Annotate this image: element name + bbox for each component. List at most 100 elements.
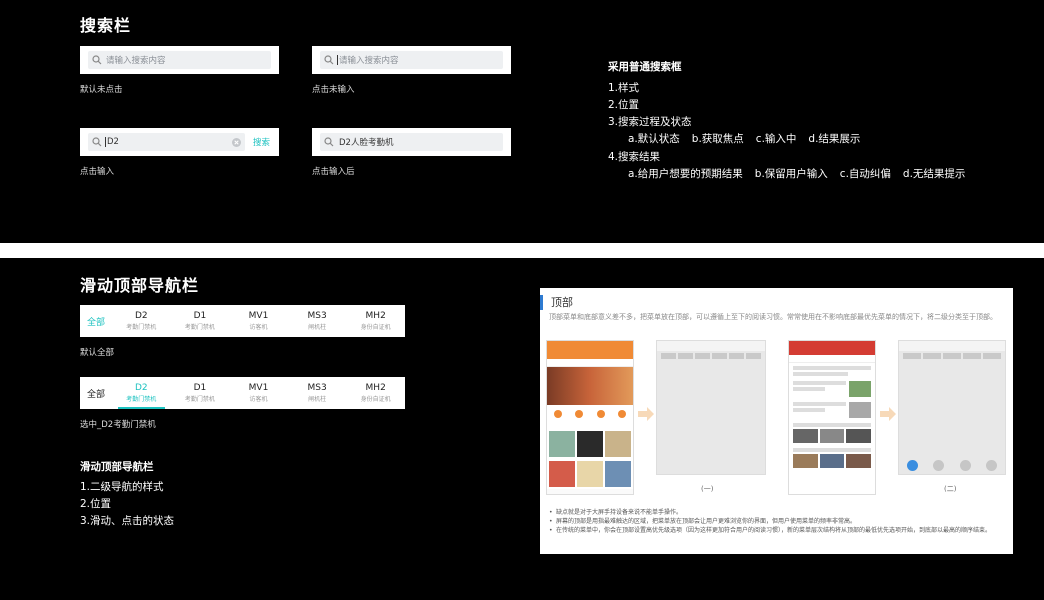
tab-d2[interactable]: D2 考勤门禁机 — [112, 377, 171, 409]
label-two: (二) — [944, 485, 957, 493]
caption-typing: 点击输入 — [80, 167, 115, 177]
thumb-image — [605, 461, 631, 487]
tab-label: MH2 — [365, 311, 386, 321]
search-box-typing[interactable]: D2 搜索 — [80, 128, 279, 156]
app-tab-row — [547, 359, 633, 367]
bullet-item: 在传统的菜单中，你会在顶部设置高优先级选项（因为这样更加符合用户的阅读习惯），新… — [548, 526, 1003, 535]
app-banner-image — [547, 367, 633, 405]
tab-label: D1 — [193, 311, 207, 321]
notes-item-style: 1.样式 — [608, 82, 640, 94]
tab-mv1[interactable]: MV1 访客机 — [229, 377, 288, 409]
arrow-right-icon — [638, 407, 654, 421]
wireframe-top-nav — [656, 340, 766, 475]
tab-mv1[interactable]: MV1 访客机 — [229, 305, 288, 337]
tab-label: 全部 — [86, 317, 105, 328]
tab-d1[interactable]: D1 考勤门禁机 — [171, 305, 230, 337]
tab-sublabel: 考勤门禁机 — [184, 396, 215, 403]
tab-d2[interactable]: D2 考勤门禁机 — [112, 305, 171, 337]
sub-item: d.结果展示 — [808, 133, 861, 145]
wireframe-bottom-dots — [899, 460, 1005, 471]
tab-all[interactable]: 全部 — [80, 377, 112, 409]
tab-label: MS3 — [307, 383, 327, 393]
notes-item-position: 2.位置 — [608, 99, 640, 111]
notes-result-sub: a.给用户想要的预期结果 b.保留用户输入 c.自动纠偏 d.无结果提示 — [628, 166, 965, 182]
bullet-item: 缺点就是对于大屏手持设备来说不能单手操作。 — [548, 508, 1003, 517]
nav-notes: 滑动顶部导航栏 1.二级导航的样式 2.位置 3.滑动、点击的状态 — [80, 459, 174, 530]
active-underline — [118, 407, 165, 409]
news-list — [789, 363, 875, 471]
sub-item: b.获取焦点 — [691, 133, 744, 145]
search-icon — [324, 55, 334, 65]
nav-section-title: 滑动顶部导航栏 — [80, 276, 200, 295]
search-section-title: 搜索栏 — [80, 16, 132, 35]
app-thumb-grid — [547, 429, 633, 459]
caption-default: 默认未点击 — [80, 85, 123, 95]
card-title: 顶部 — [540, 295, 573, 310]
search-icon — [324, 137, 334, 147]
tab-sublabel: 考勤门禁机 — [184, 324, 215, 331]
tab-label: D2 — [134, 383, 148, 393]
tab-mh2[interactable]: MH2 身份自证机 — [346, 377, 405, 409]
shortcut-icon — [618, 410, 627, 418]
thumb-image — [549, 431, 575, 457]
caption-nav-default: 默认全部 — [80, 348, 115, 358]
tab-sublabel: 身份自证机 — [360, 324, 391, 331]
text-cursor — [105, 137, 106, 147]
search-box-focused[interactable]: 请输入搜索内容 — [312, 46, 511, 74]
tab-label: D1 — [193, 383, 207, 393]
notes-heading: 采用普通搜索框 — [608, 61, 682, 73]
sub-item: a.默认状态 — [628, 133, 680, 145]
search-placeholder: 请输入搜索内容 — [339, 56, 399, 66]
card-bullets: 缺点就是对于大屏手持设备来说不能单手操作。 屏幕的顶部是用指最难触达的区域，把菜… — [548, 508, 1003, 535]
tab-label: MV1 — [248, 383, 269, 393]
caption-nav-selected: 选中_D2考勤门禁机 — [80, 420, 156, 430]
thumb-image — [577, 461, 603, 487]
search-box-default[interactable]: 请输入搜索内容 — [80, 46, 279, 74]
thumb-image — [549, 461, 575, 487]
tab-sublabel: 闸机柱 — [308, 324, 327, 331]
nav-notes-item-state: 3.滑动、点击的状态 — [80, 515, 175, 527]
caption-result: 点击输入后 — [312, 167, 355, 177]
search-notes: 采用普通搜索框 1.样式 2.位置 3.搜索过程及状态 a.默认状态 b.获取焦… — [608, 59, 965, 182]
tab-mh2[interactable]: MH2 身份自证机 — [346, 305, 405, 337]
sub-item: a.给用户想要的预期结果 — [628, 168, 743, 180]
search-icon — [92, 137, 102, 147]
sub-item: d.无结果提示 — [902, 168, 966, 180]
tab-sublabel: 身份自证机 — [360, 396, 391, 403]
thumb-image — [577, 431, 603, 457]
phone-screenshot-news-app — [788, 340, 876, 495]
tab-label: MH2 — [365, 383, 386, 393]
text-cursor — [337, 55, 338, 65]
search-icon — [92, 55, 102, 65]
news-tab-row — [789, 355, 875, 363]
news-header — [789, 341, 875, 355]
tab-bar-selected[interactable]: 全部 D2 考勤门禁机 D1 考勤门禁机 MV1 访客机 MS3 闸机柱 MH2 身份自证… — [80, 377, 405, 409]
search-value: D2人脸考勤机 — [339, 138, 394, 148]
tab-ms3[interactable]: MS3 闸机柱 — [288, 377, 347, 409]
shortcut-icon — [596, 410, 605, 418]
reference-card: 顶部 顶部菜单和底部意义差不多，把菜单放在顶部，可以遵循上至下的阅读习惯。常常使… — [540, 288, 1013, 554]
nav-notes-item-style: 1.二级导航的样式 — [80, 481, 164, 493]
tab-ms3[interactable]: MS3 闸机柱 — [288, 305, 347, 337]
clear-icon[interactable] — [232, 137, 241, 147]
label-one: (一) — [701, 485, 714, 493]
nav-notes-item-position: 2.位置 — [80, 498, 112, 510]
tab-bar-default[interactable]: 全部 D2 考勤门禁机 D1 考勤门禁机 MV1 访客机 MS3 闸机柱 MH2 身份自证… — [80, 305, 405, 337]
tab-label: MS3 — [307, 311, 327, 321]
notes-item-process: 3.搜索过程及状态 — [608, 116, 692, 128]
tab-d1[interactable]: D1 考勤门禁机 — [171, 377, 230, 409]
search-box-result[interactable]: D2人脸考勤机 — [312, 128, 511, 156]
wireframe-bottom-nav — [898, 340, 1006, 475]
notes-process-sub: a.默认状态 b.获取焦点 c.输入中 d.结果展示 — [628, 131, 965, 147]
bullet-item: 屏幕的顶部是用指最难触达的区域，把菜单放在顶部会让用户更难浏览你的界面，但用户使… — [548, 517, 1003, 526]
app-shortcut-row — [547, 405, 633, 423]
tab-all[interactable]: 全部 — [80, 305, 112, 337]
caption-focused: 点击未输入 — [312, 85, 355, 95]
section-divider — [0, 243, 1044, 258]
card-description: 顶部菜单和底部意义差不多，把菜单放在顶部，可以遵循上至下的阅读习惯。常常使用在不… — [549, 313, 997, 321]
tab-sublabel: 访客机 — [249, 396, 268, 403]
thumb-image — [605, 431, 631, 457]
search-button[interactable]: 搜索 — [253, 136, 271, 148]
sub-item: b.保留用户输入 — [754, 168, 828, 180]
arrow-right-icon — [880, 407, 896, 421]
